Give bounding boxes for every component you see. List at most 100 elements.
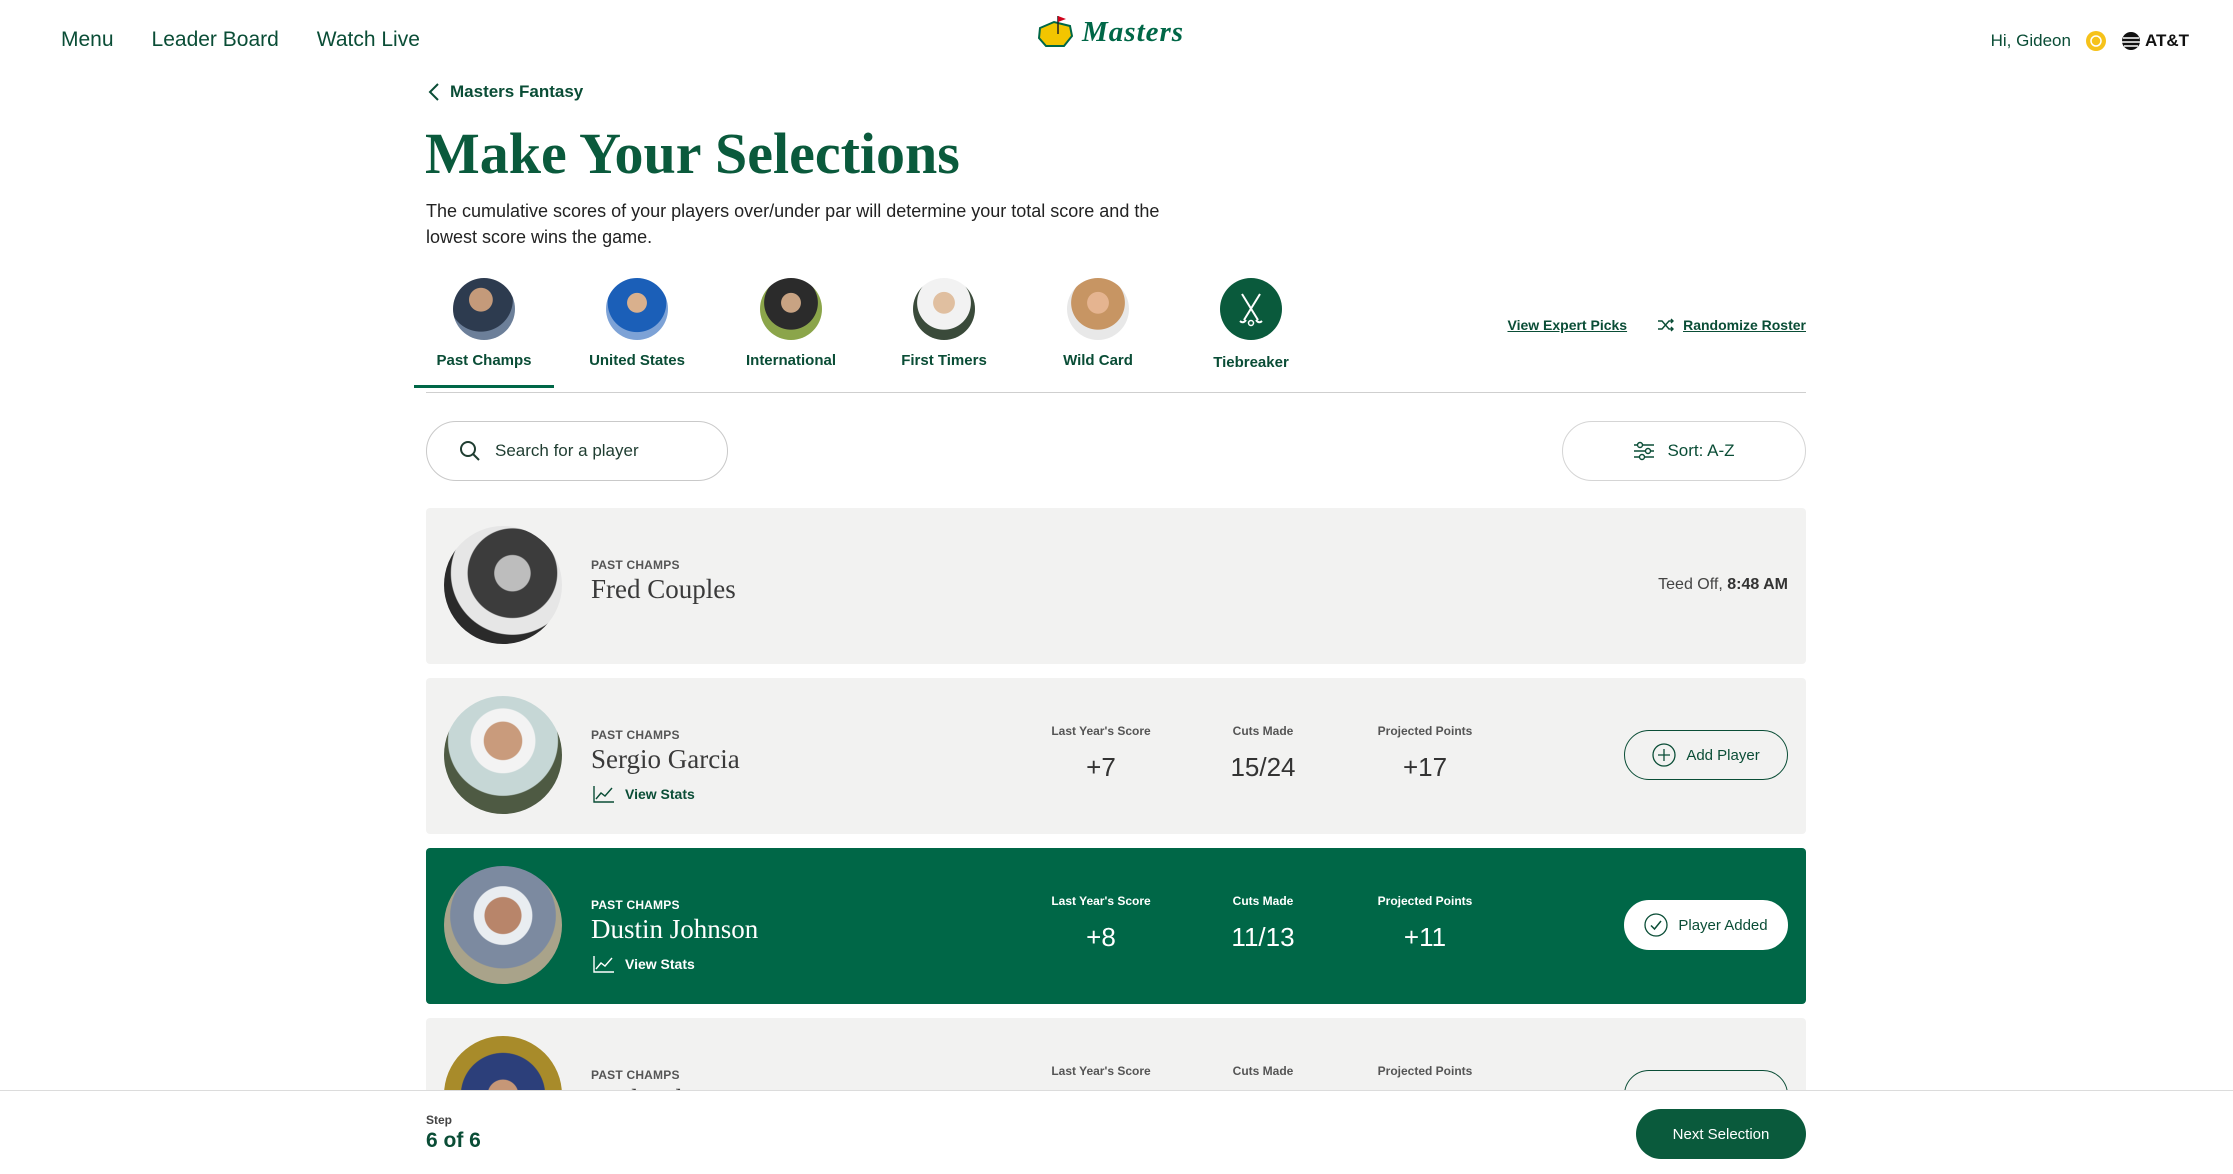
view-stats-label: View Stats [625,956,695,972]
tab-past-champs[interactable]: Past Champs [414,278,554,388]
augusta-map-flag-icon [1037,16,1074,47]
plus-circle-icon [1652,743,1676,767]
add-player-button[interactable]: Add Player [1624,730,1788,780]
stat-last-year: Last Year's Score [1036,1064,1166,1078]
randomize-label: Randomize Roster [1683,317,1806,333]
view-expert-picks-link[interactable]: View Expert Picks [1507,317,1627,333]
tab-label: United States [589,352,685,369]
stat-value: +8 [1086,922,1116,952]
category-actions: View Expert Picks Randomize Roster [1507,317,1806,333]
back-link[interactable]: Masters Fantasy [428,82,583,102]
player-card: PAST CHAMPS Fred Couples Teed Off, 8:48 … [426,508,1806,664]
tee-prefix: Teed Off, [1658,576,1723,593]
sort-label: Sort: A-Z [1667,441,1735,460]
greeting[interactable]: Hi, Gideon [1991,31,2071,51]
first-timers-avatar [913,278,975,340]
stat-value: 11/13 [1231,922,1295,952]
stat-cuts-made: Cuts Made 11/13 [1198,894,1328,953]
player-category: PAST CHAMPS [591,728,680,742]
stat-projected-points: Projected Points [1360,1064,1490,1078]
stat-label: Projected Points [1377,894,1473,908]
stat-value: +11 [1403,922,1447,952]
stat-label: Projected Points [1377,1064,1473,1078]
view-stats-link[interactable]: View Stats [593,785,695,803]
tee-time: 8:48 AM [1727,576,1788,593]
stat-last-year: Last Year's Score +7 [1036,724,1166,783]
nav-user: Hi, Gideon AT&T [1991,30,2189,52]
player-name[interactable]: Dustin Johnson [591,914,758,945]
back-label: Masters Fantasy [450,82,584,101]
tee-status: Teed Off, 8:48 AM [1658,576,1788,594]
past-champs-avatar [453,278,515,340]
check-circle-icon [1644,913,1669,937]
stat-projected-points: Projected Points +17 [1360,724,1490,783]
category-tabs: Past Champs United States International … [414,278,1806,393]
tab-label: Tiebreaker [1213,354,1289,371]
player-added-label: Player Added [1678,916,1768,934]
stat-label: Last Year's Score [1051,1064,1151,1078]
att-logo: AT&T [2121,31,2189,51]
nav-links: Menu Leader Board Watch Live [61,28,420,52]
player-card-selected: PAST CHAMPS Dustin Johnson View Stats La… [426,848,1806,1004]
united-states-avatar [606,278,668,340]
tab-united-states[interactable]: United States [567,278,707,369]
stat-cuts-made: Cuts Made 15/24 [1198,724,1328,783]
masters-logo[interactable]: Masters [1036,14,1184,50]
stat-label: Last Year's Score [1051,724,1151,738]
page-title: Make Your Selections [425,121,960,186]
stat-value: 15/24 [1230,752,1296,782]
tab-wild-card[interactable]: Wild Card [1028,278,1168,369]
nav-menu[interactable]: Menu [61,28,114,52]
player-category: PAST CHAMPS [591,898,680,912]
stat-projected-points: Projected Points +11 [1360,894,1490,953]
stat-value: +17 [1402,752,1448,782]
player-added-button[interactable]: Player Added [1624,900,1788,950]
stat-label: Cuts Made [1232,724,1294,738]
player-category: PAST CHAMPS [591,1068,680,1082]
player-name: Fred Couples [591,574,736,604]
tab-label: First Timers [901,352,987,369]
stat-cuts-made: Cuts Made [1198,1064,1328,1078]
player-photo [444,866,562,984]
player-photo [444,696,562,814]
next-selection-button[interactable]: Next Selection [1636,1109,1806,1159]
tab-first-timers[interactable]: First Timers [874,278,1014,369]
player-name[interactable]: Sergio Garcia [591,744,740,775]
sliders-icon [1634,441,1655,461]
view-stats-link[interactable]: View Stats [593,955,695,973]
nav-leader-board[interactable]: Leader Board [152,28,279,52]
search-icon [460,441,480,461]
player-photo [444,526,562,644]
stat-label: Cuts Made [1232,1064,1294,1078]
golf-clubs-icon [1239,293,1263,327]
add-player-label: Add Player [1686,746,1760,764]
bottom-bar: Step 6 of 6 Next Selection [0,1090,2233,1174]
tiebreaker-avatar [1220,278,1282,340]
stat-last-year: Last Year's Score +8 [1036,894,1166,953]
randomize-roster-link[interactable]: Randomize Roster [1657,317,1806,333]
tab-international[interactable]: International [721,278,861,369]
player-card: PAST CHAMPS Sergio Garcia View Stats Las… [426,678,1806,834]
tab-label: Past Champs [436,352,532,369]
tab-tiebreaker[interactable]: Tiebreaker [1181,278,1321,371]
sort-button[interactable]: Sort: A-Z [1562,421,1806,481]
step-value: 6 of 6 [426,1129,481,1152]
chart-line-icon [593,956,614,973]
brand-wordmark: Masters [1082,15,1185,48]
international-avatar [760,278,822,340]
chart-line-icon [593,786,614,803]
player-category: PAST CHAMPS [591,558,680,572]
user-badge-icon[interactable] [2085,30,2107,52]
search-input[interactable]: Search for a player [426,421,728,481]
view-stats-label: View Stats [625,786,695,802]
page-intro: The cumulative scores of your players ov… [426,201,1160,247]
tab-label: Wild Card [1063,352,1133,369]
shuffle-icon [1658,318,1675,332]
search-placeholder: Search for a player [495,441,639,460]
sponsor-name: AT&T [2144,31,2189,50]
tab-label: International [745,352,836,369]
wild-card-avatar [1067,278,1129,340]
globe-icon [2121,32,2140,50]
nav-watch-live[interactable]: Watch Live [317,28,420,52]
top-nav: Menu Leader Board Watch Live Masters Hi,… [0,0,2233,86]
